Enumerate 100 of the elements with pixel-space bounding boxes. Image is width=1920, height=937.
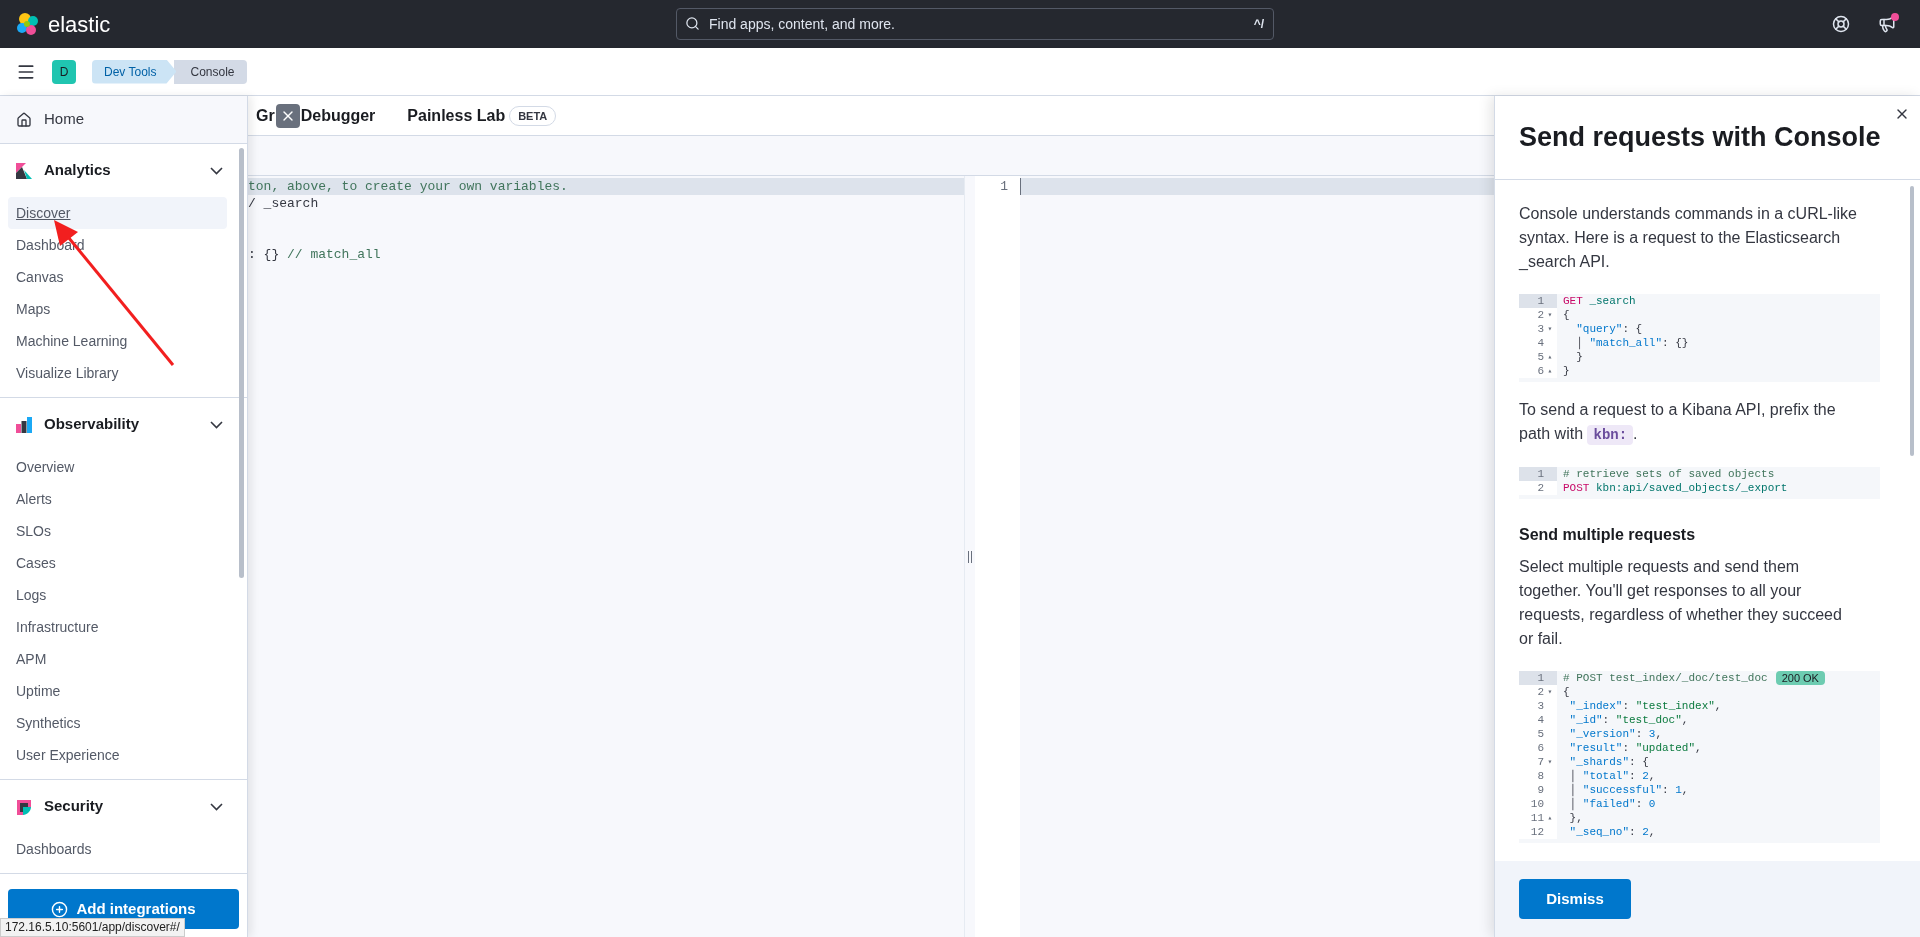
line-number: 11 bbox=[1530, 811, 1544, 825]
chevron-down-icon bbox=[210, 420, 223, 429]
status-url-tooltip: 172.16.5.10:5601/app/discover#/ bbox=[0, 918, 185, 937]
tab[interactable]: Gr bbox=[256, 103, 275, 128]
code-line: # retrieve sets of saved objects bbox=[1563, 467, 1775, 481]
line-number: 3 bbox=[1537, 322, 1544, 336]
close-button[interactable] bbox=[275, 103, 300, 128]
fold-caret[interactable]: ▴ bbox=[1547, 353, 1553, 361]
fold-caret[interactable]: ▾ bbox=[1547, 688, 1553, 696]
nav-link[interactable]: Maps bbox=[8, 293, 227, 325]
code-line: │ "failed": 0 bbox=[1568, 797, 1656, 811]
code-line: }, bbox=[1568, 811, 1583, 825]
home-link[interactable]: Home bbox=[0, 96, 247, 144]
dismiss-button[interactable]: Dismiss bbox=[1519, 879, 1631, 919]
nav-link[interactable]: Uptime bbox=[8, 675, 227, 707]
code-line: │ "total": 2, bbox=[1568, 769, 1656, 783]
line-number: 5 bbox=[1537, 350, 1544, 364]
section-header[interactable]: Observability bbox=[0, 398, 235, 451]
cluster-logo-icon[interactable] bbox=[16, 12, 40, 36]
line-number: 2 bbox=[1537, 685, 1544, 699]
chevron-down-icon bbox=[210, 802, 223, 811]
line-number: 1 bbox=[999, 178, 1009, 195]
line-number: 4 bbox=[1537, 713, 1544, 727]
fold-caret[interactable]: ▾ bbox=[1547, 311, 1553, 319]
bar-logo-icon bbox=[16, 416, 32, 433]
code-line: "_index": "test_index", bbox=[1568, 699, 1722, 713]
nav-link[interactable]: Infrastructure bbox=[8, 611, 227, 643]
nav-link[interactable]: SLOs bbox=[8, 515, 227, 547]
code-line: "_id": "test_doc", bbox=[1568, 713, 1689, 727]
help-text: To send a request to a Kibana API, prefix the path with kbn: . bbox=[1519, 400, 1837, 447]
code-line: { bbox=[1563, 685, 1570, 699]
code-line: "result": "updated", bbox=[1568, 741, 1702, 755]
nav-link[interactable]: Canvas bbox=[8, 261, 227, 293]
line-number: 9 bbox=[1537, 783, 1544, 797]
tab[interactable]: Debugger bbox=[300, 103, 376, 128]
code-line: │ "successful": 1, bbox=[1568, 783, 1689, 797]
line-number: 1 bbox=[1537, 294, 1544, 308]
nav-link[interactable]: Visualize Library bbox=[8, 357, 227, 389]
line-number: 1 bbox=[1537, 671, 1544, 685]
section-heading: Send multiple requests bbox=[1519, 525, 1697, 545]
line-number: 6 bbox=[1537, 741, 1544, 755]
shortcut-hint: ^/ bbox=[1253, 16, 1264, 32]
fold-caret[interactable]: ▴ bbox=[1547, 814, 1553, 822]
nav-link[interactable]: APM bbox=[8, 643, 227, 675]
nav-link[interactable]: Machine Learning bbox=[8, 325, 227, 357]
code-line: "_version": 3, bbox=[1568, 727, 1663, 741]
section-header[interactable]: Analytics bbox=[0, 144, 235, 197]
code-line: { bbox=[1563, 308, 1570, 322]
breadcrumb[interactable]: Console bbox=[174, 59, 247, 84]
help-text: Console understands commands in a cURL-like syntax. Here is a request to the Elasticsearch _search API. bbox=[1519, 204, 1858, 272]
chevron-down-icon bbox=[210, 166, 223, 175]
line-number: 10 bbox=[1530, 797, 1544, 811]
space-avatar[interactable]: D bbox=[52, 59, 76, 84]
code-line: / _search bbox=[248, 196, 319, 211]
fold-caret[interactable]: ▴ bbox=[1547, 367, 1553, 375]
tab[interactable]: Painless Lab bbox=[407, 103, 506, 128]
code-line: ton, above, to create your own variables. bbox=[248, 179, 568, 194]
fold-caret[interactable]: ▾ bbox=[1547, 325, 1553, 333]
nav-link[interactable]: Synthetics bbox=[8, 707, 227, 739]
nav-link[interactable]: Discover bbox=[8, 197, 227, 229]
line-number: 8 bbox=[1537, 769, 1544, 783]
nav-link[interactable]: Cases bbox=[8, 547, 227, 579]
nav-link[interactable]: Dashboards bbox=[8, 833, 227, 865]
code-line: "query": { bbox=[1575, 322, 1643, 336]
section-logo-icon bbox=[16, 162, 32, 179]
line-number: 1 bbox=[1537, 467, 1544, 481]
code-line: : {} // match_all bbox=[248, 247, 381, 262]
fold-caret[interactable]: ▾ bbox=[1547, 758, 1553, 766]
code-line: "_shards": { bbox=[1568, 755, 1649, 769]
code-line: # POST test_index/_doc/test_doc bbox=[1563, 671, 1768, 685]
nav-link[interactable]: User Experience bbox=[8, 739, 227, 771]
line-number: 6 bbox=[1537, 364, 1544, 378]
scrollbar[interactable] bbox=[1910, 186, 1914, 456]
help-icon[interactable] bbox=[1832, 15, 1850, 33]
nav-link[interactable]: Overview bbox=[8, 451, 227, 483]
plus-icon bbox=[51, 900, 69, 918]
code-line: "_seq_no": 2, bbox=[1568, 825, 1656, 839]
scrollbar[interactable] bbox=[239, 148, 244, 578]
code-line: } bbox=[1563, 364, 1570, 378]
line-number: 12 bbox=[1530, 825, 1544, 839]
help-text: Select multiple requests and send them together. You'll get responses to all your requests, regardless of whether they succeed or fail. bbox=[1519, 557, 1843, 649]
status-badge: 200 OK bbox=[1775, 671, 1825, 685]
breadcrumb[interactable]: Dev Tools bbox=[92, 59, 177, 84]
line-number: 3 bbox=[1537, 699, 1544, 713]
flyout-title: Send requests with Console bbox=[1519, 121, 1881, 155]
section-header[interactable]: Security bbox=[0, 780, 235, 833]
resize-handle-icon[interactable] bbox=[968, 550, 972, 563]
code-line: POST kbn:api/saved_objects/_export bbox=[1563, 481, 1788, 495]
line-number: 2 bbox=[1537, 308, 1544, 322]
brand-name[interactable]: elastic bbox=[48, 7, 111, 41]
code-line: GET _search bbox=[1563, 294, 1636, 308]
search-icon bbox=[685, 16, 700, 31]
news-icon[interactable] bbox=[1878, 15, 1896, 33]
nav-link[interactable]: Logs bbox=[8, 579, 227, 611]
code-line: │ "match_all": {} bbox=[1575, 336, 1689, 350]
line-number: 2 bbox=[1537, 481, 1544, 495]
line-number: 4 bbox=[1537, 336, 1544, 350]
line-number: 5 bbox=[1537, 727, 1544, 741]
nav-link[interactable]: Alerts bbox=[8, 483, 227, 515]
line-number: 7 bbox=[1537, 755, 1544, 769]
